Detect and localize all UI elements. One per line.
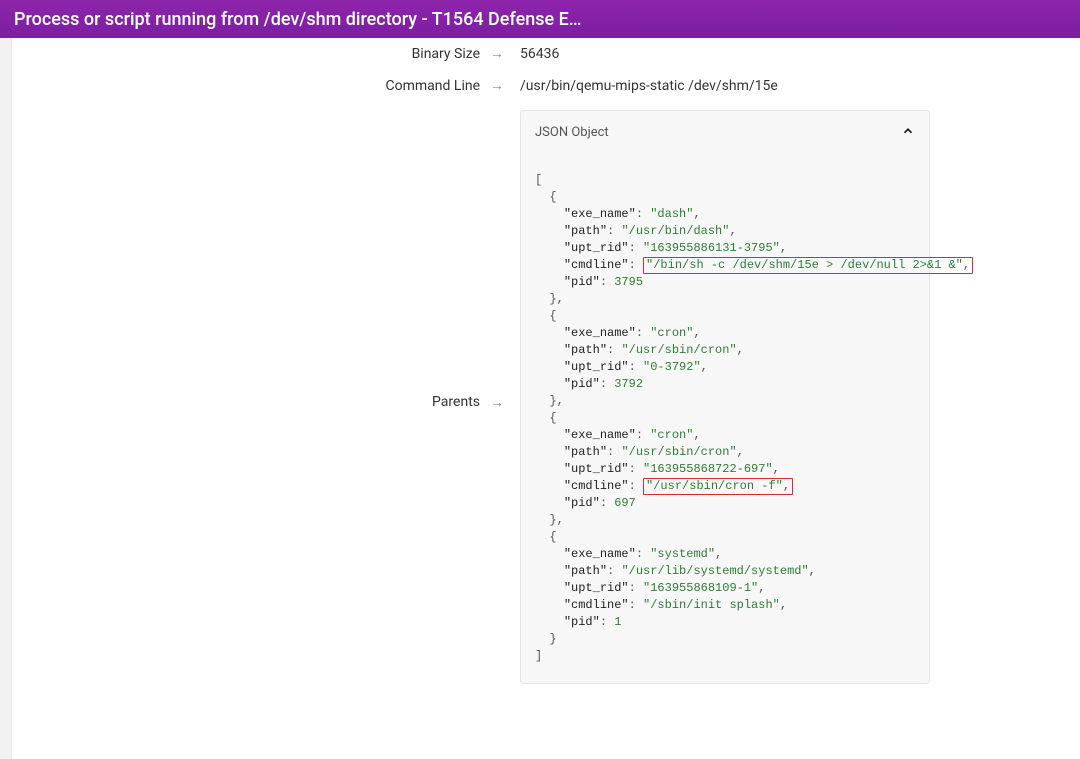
row-command-line: Command Line → /usr/bin/qemu-mips-static… [12,70,1080,102]
page-header: Process or script running from /dev/shm … [0,0,1080,38]
command-line-value: /usr/bin/qemu-mips-static /dev/shm/15e [520,72,1080,100]
row-parents: Parents → JSON Object [ { "exe_name": "d… [12,102,1080,686]
binary-size-value: 56436 [520,40,1080,68]
row-binary-size: Binary Size → 56436 [12,38,1080,70]
json-body: [ { "exe_name": "dash", "path": "/usr/bi… [521,172,929,683]
page-title: Process or script running from /dev/shm … [14,9,582,30]
json-panel-title: JSON Object [535,125,609,140]
parents-label: Parents [12,104,490,410]
command-line-label: Command Line [12,72,490,100]
arrow-icon: → [490,104,520,411]
arrow-icon: → [490,72,520,100]
arrow-icon: → [490,40,520,68]
chevron-up-icon[interactable] [901,123,915,142]
json-object-panel: JSON Object [ { "exe_name": "dash", "pat… [520,110,930,684]
binary-size-label: Binary Size [12,40,490,68]
